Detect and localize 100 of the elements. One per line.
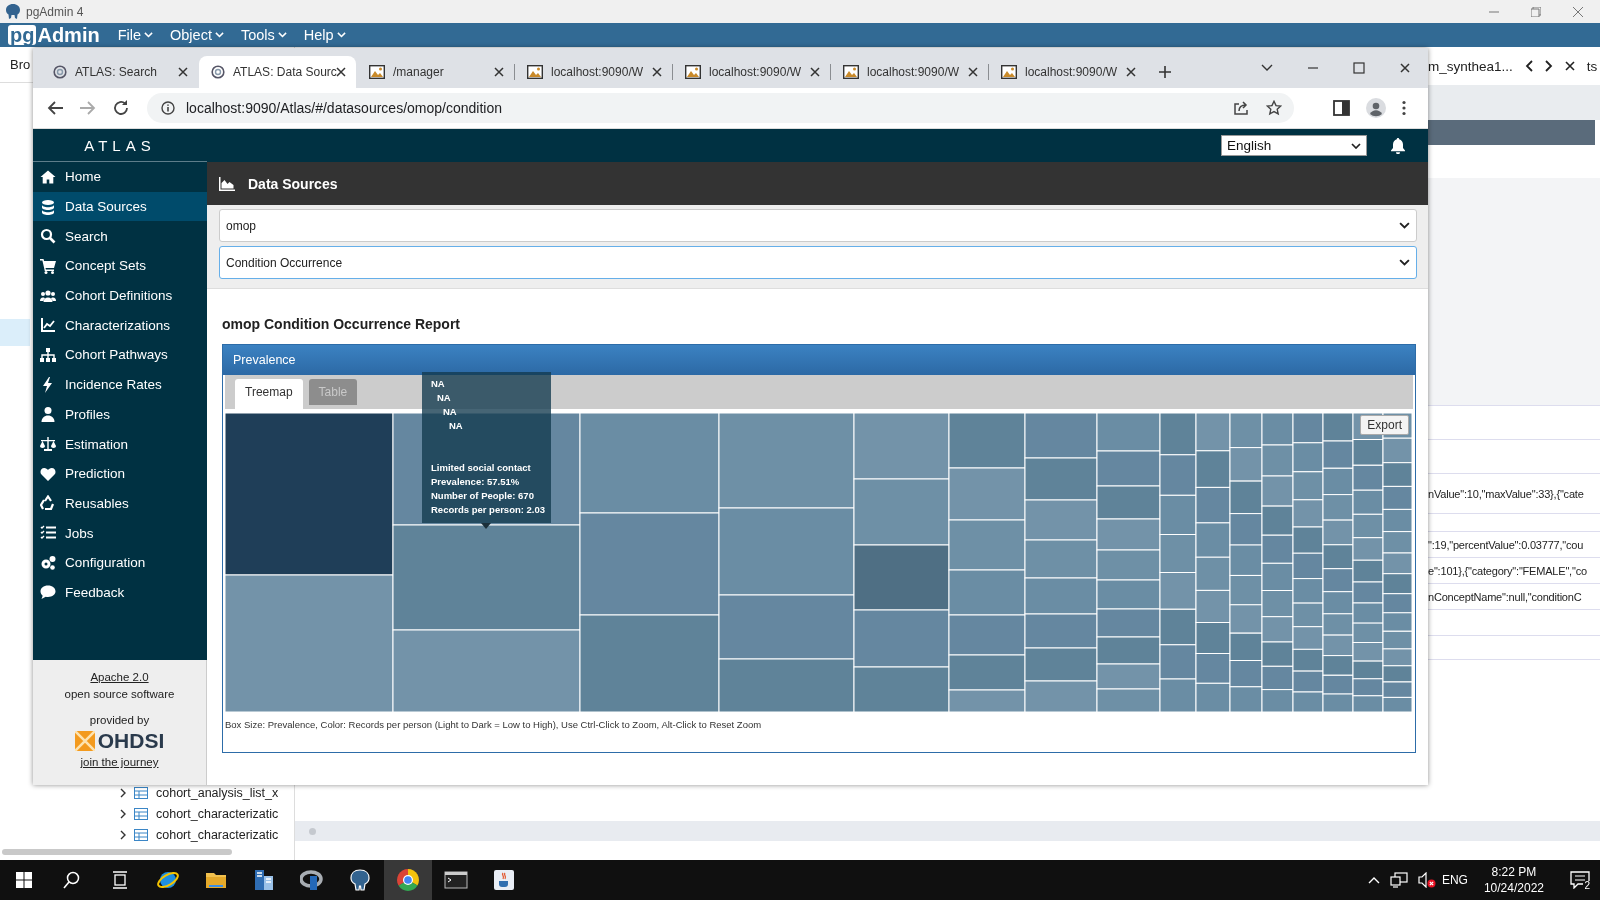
scrollbar[interactable] [295, 821, 1600, 841]
notification-icon[interactable] [1570, 871, 1590, 889]
elephant-icon [6, 4, 20, 19]
report-select[interactable]: Condition Occurrence [219, 246, 1417, 279]
url-text: localhost:9090/Atlas/#/datasources/omop/condition [186, 100, 502, 116]
browser-tab[interactable]: ATLAS: Data Sourc [199, 56, 356, 88]
window-title: pgAdmin 4 [26, 4, 84, 19]
close-icon[interactable] [493, 66, 505, 78]
star-icon[interactable] [1266, 100, 1282, 116]
nav-item[interactable]: Concept Sets [33, 251, 207, 281]
nav-item[interactable]: Home [33, 162, 207, 192]
chevron-right-icon[interactable] [1544, 60, 1553, 72]
logo-text: OHDSI [97, 730, 165, 752]
network-icon[interactable] [1389, 872, 1408, 888]
browser-tab[interactable]: localhost:9090/W [673, 56, 830, 88]
close-icon[interactable] [651, 66, 663, 78]
query-tab[interactable]: m_synthea1... [1428, 58, 1513, 74]
close-icon[interactable] [967, 66, 979, 78]
language-select[interactable]: English [1221, 135, 1367, 156]
colored-circle-icon [396, 868, 420, 892]
chevron-down-icon[interactable] [1261, 64, 1273, 72]
nav-item[interactable]: Jobs [33, 518, 207, 548]
chevron-right-icon[interactable] [120, 808, 126, 819]
caret-up-icon[interactable] [1367, 876, 1380, 884]
caret-icon [1351, 142, 1361, 149]
browser-tab[interactable]: localhost:9090/W [989, 56, 1146, 88]
nav-item[interactable]: Feedback [33, 577, 207, 608]
panel-tab[interactable]: Bro [10, 57, 31, 72]
tree-item[interactable]: cohort_characterizatic [156, 827, 279, 842]
app-logo: pg Admin [8, 25, 100, 45]
volume-muted-icon[interactable] [1417, 872, 1436, 888]
side-panel-icon[interactable] [1333, 100, 1351, 116]
query-tab[interactable]: ts [1586, 58, 1598, 74]
nav-item[interactable]: Prediction [33, 458, 207, 489]
nav-item[interactable]: Data Sources [33, 191, 207, 222]
caret-icon [336, 32, 346, 38]
heart-icon [40, 465, 56, 482]
nav-item[interactable]: Reusables [33, 488, 207, 519]
nav-item[interactable]: Search [33, 221, 207, 252]
cart-icon [40, 257, 56, 274]
nav-item[interactable]: Profiles [33, 399, 207, 430]
close-icon[interactable] [177, 66, 189, 78]
windows-logo-icon [16, 872, 32, 888]
nav-item[interactable]: Estimation [33, 429, 207, 459]
maximize-icon[interactable] [1353, 62, 1365, 74]
scrollbar[interactable] [2, 849, 232, 855]
language-indicator[interactable]: ENG [1441, 873, 1468, 887]
restore-icon[interactable] [1531, 6, 1541, 17]
view-tab[interactable]: Treemap [235, 379, 303, 409]
report-title: omop Condition Occurrence Report [222, 315, 461, 333]
person-icon [40, 406, 56, 423]
checklist-icon [40, 525, 56, 542]
reload-icon[interactable] [112, 99, 130, 117]
nav-item[interactable]: Cohort Definitions [33, 280, 207, 311]
browser-tab[interactable]: localhost:9090/W [515, 56, 672, 88]
treemap-drawing[interactable] [225, 413, 1412, 712]
close-icon[interactable] [1399, 62, 1411, 74]
nav-item[interactable]: Incidence Rates [33, 369, 207, 400]
chevron-right-icon[interactable] [120, 829, 126, 840]
logo-mark-icon [74, 731, 95, 751]
menu-item[interactable]: File [117, 27, 154, 43]
chevron-left-icon[interactable] [1524, 60, 1533, 72]
category-path-label: NA [437, 391, 451, 405]
plus-icon[interactable] [1158, 65, 1172, 79]
taskbar-app-button[interactable] [384, 860, 432, 900]
clock-time[interactable]: 8:22 PM [1491, 864, 1537, 880]
chevron-right-icon[interactable] [120, 787, 126, 798]
close-icon[interactable] [1564, 61, 1575, 71]
browser-tab[interactable]: /manager [357, 56, 514, 88]
ring-icon [300, 868, 324, 892]
nav-item[interactable]: Configuration [33, 547, 207, 578]
menu-item[interactable]: Help [303, 27, 346, 43]
join-link[interactable]: join the journey [80, 754, 159, 771]
bell-icon[interactable] [1391, 137, 1405, 154]
info-icon[interactable] [161, 101, 175, 115]
result-text: ":19,"percentValue":0.03777,"cou [1428, 538, 1584, 551]
menu-item[interactable]: Object [170, 27, 224, 43]
tree-item[interactable]: cohort_analysis_list_x [156, 785, 279, 800]
address-bar[interactable]: localhost:9090/Atlas/#/datasources/omop/condition [147, 93, 1294, 123]
license-link[interactable]: Apache 2.0 [90, 669, 149, 686]
clock-date[interactable]: 10/24/2022 [1483, 880, 1544, 896]
nav-item[interactable]: Cohort Pathways [33, 340, 207, 370]
more-menu-icon[interactable] [1401, 100, 1407, 116]
profile-avatar-icon[interactable] [1366, 98, 1386, 118]
elephant-icon [348, 868, 372, 892]
close-icon[interactable] [1125, 66, 1137, 78]
browser-tab[interactable]: ATLAS: Search [41, 56, 198, 88]
back-arrow-icon[interactable] [46, 100, 64, 116]
tree-item[interactable]: cohort_characterizatic [156, 806, 279, 821]
scale-icon [40, 436, 56, 453]
menu-item[interactable]: Tools [240, 27, 287, 43]
close-icon[interactable] [809, 66, 821, 78]
browser-tab[interactable]: localhost:9090/W [831, 56, 988, 88]
server-icon [252, 868, 276, 892]
source-select[interactable]: omop [219, 209, 1417, 242]
export-button[interactable]: Export [1360, 415, 1409, 435]
share-icon[interactable] [1233, 100, 1249, 116]
close-icon[interactable] [335, 66, 347, 78]
nav-item[interactable]: Characterizations [33, 310, 207, 341]
picture-icon [1001, 65, 1017, 79]
